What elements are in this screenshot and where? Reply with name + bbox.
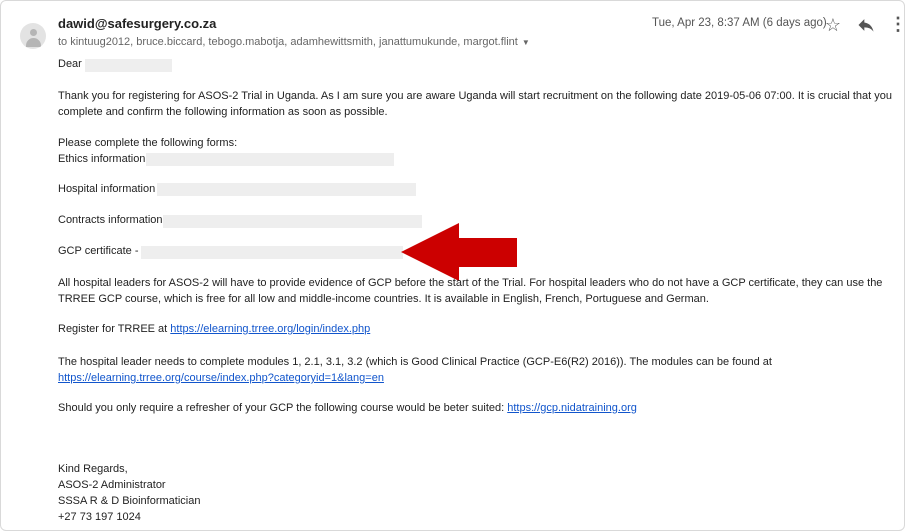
annotation-arrow-shaft bbox=[457, 238, 517, 267]
ethics-label: Ethics information bbox=[58, 153, 146, 165]
star-icon[interactable]: ☆ bbox=[823, 15, 843, 35]
redacted-gcp-link bbox=[141, 246, 403, 259]
greeting: Dear bbox=[58, 58, 82, 70]
nida-training-link[interactable]: https://gcp.nidatraining.org bbox=[507, 402, 637, 414]
gcp-label: GCP certificate - bbox=[58, 245, 139, 257]
person-icon-body bbox=[26, 38, 41, 47]
redacted-name bbox=[85, 59, 172, 72]
redacted-hospital-link bbox=[157, 183, 416, 196]
signature-phone: +27 73 197 1024 bbox=[58, 511, 141, 523]
avatar[interactable] bbox=[20, 23, 46, 49]
modules-prefix: The hospital leader needs to complete mo… bbox=[58, 356, 772, 368]
register-prefix: Register for TRREE at bbox=[58, 323, 171, 335]
refresher-line: Should you only require a refresher of y… bbox=[58, 402, 637, 414]
trree-course-link[interactable]: https://elearning.trree.org/course/index… bbox=[58, 372, 384, 384]
forms-intro: Please complete the following forms: bbox=[58, 137, 238, 149]
recipients-line[interactable]: to kintuug2012, bruce.biccard, tebogo.ma… bbox=[58, 36, 530, 48]
signature-closing: Kind Regards, bbox=[58, 463, 128, 475]
hospital-label: Hospital information bbox=[58, 183, 156, 195]
reply-icon[interactable] bbox=[856, 15, 876, 35]
message-date: Tue, Apr 23, 8:37 AM (6 days ago) bbox=[652, 17, 827, 29]
redacted-ethics-link bbox=[146, 153, 394, 166]
contracts-label: Contracts information bbox=[58, 214, 163, 226]
person-icon bbox=[30, 29, 37, 36]
gcp-paragraph: All hospital leaders for ASOS-2 will hav… bbox=[58, 277, 883, 305]
caret-down-icon[interactable]: ▼ bbox=[522, 38, 530, 47]
trree-login-link[interactable]: https://elearning.trree.org/login/index.… bbox=[170, 323, 370, 335]
more-vert-icon[interactable]: ⋮ bbox=[888, 15, 904, 35]
signature-name: ASOS-2 Administrator bbox=[58, 479, 166, 491]
intro-paragraph: Thank you for registering for ASOS-2 Tri… bbox=[58, 90, 892, 118]
register-line: Register for TRREE at https://elearning.… bbox=[58, 323, 370, 335]
recipients-text: to kintuug2012, bruce.biccard, tebogo.ma… bbox=[58, 36, 518, 48]
refresher-prefix: Should you only require a refresher of y… bbox=[58, 402, 508, 414]
signature-title: SSSA R & D Bioinformatician bbox=[58, 495, 201, 507]
modules-paragraph: The hospital leader needs to complete mo… bbox=[58, 354, 898, 386]
annotation-arrow-icon bbox=[401, 223, 459, 281]
sender-address[interactable]: dawid@safesurgery.co.za bbox=[58, 16, 216, 31]
email-message: dawid@safesurgery.co.za to kintuug2012, … bbox=[0, 0, 905, 531]
redacted-contracts-link bbox=[163, 215, 422, 228]
